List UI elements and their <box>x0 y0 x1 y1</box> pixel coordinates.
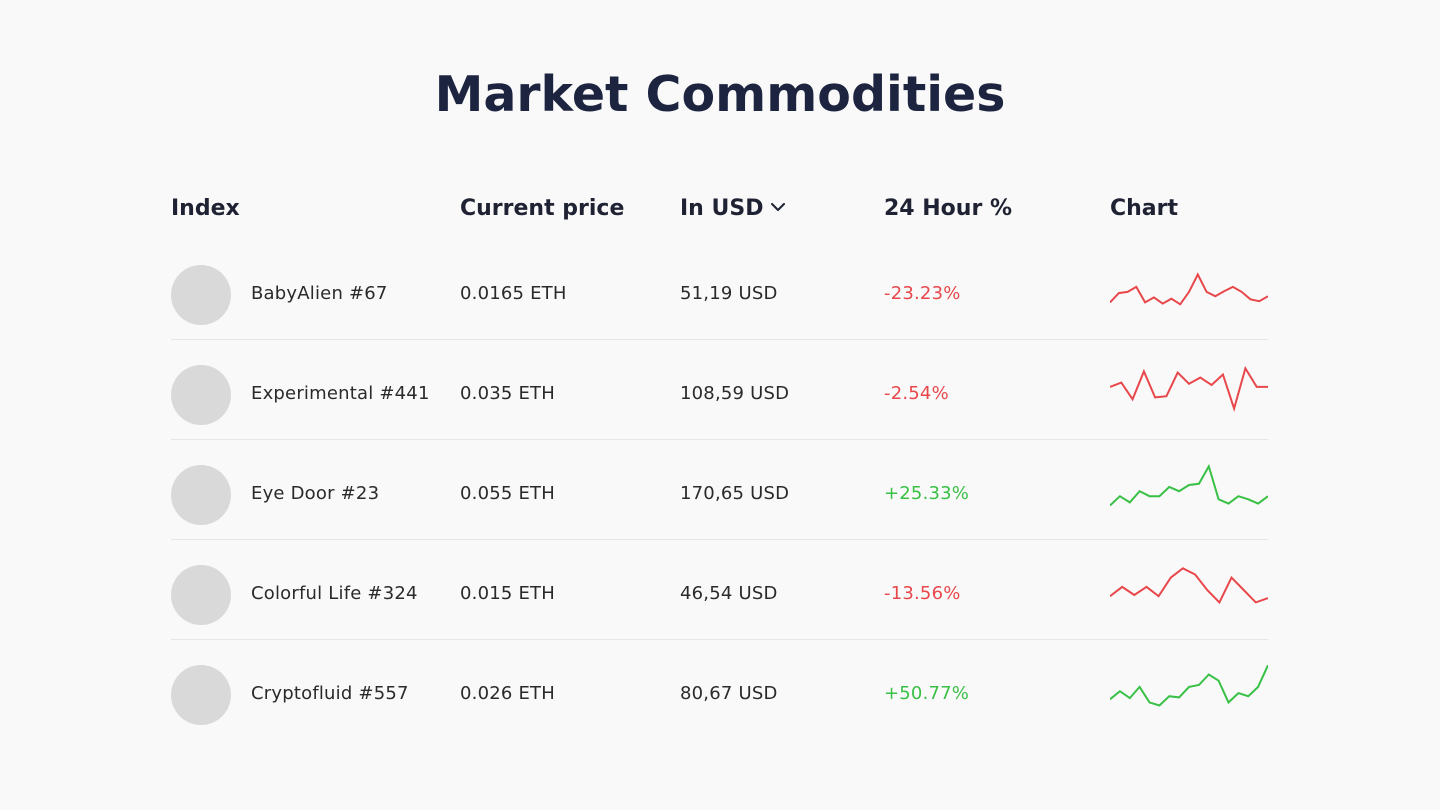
column-header-chart: Chart <box>1110 196 1179 221</box>
nft-avatar <box>171 365 231 425</box>
usd-value: 80,67 USD <box>680 683 778 704</box>
nft-avatar <box>171 465 231 525</box>
nft-avatar <box>171 265 231 325</box>
current-price: 0.055 ETH <box>460 483 555 504</box>
table-row[interactable]: Colorful Life #324 0.015 ETH 46,54 USD -13.… <box>171 540 1268 640</box>
change-24h: -13.56% <box>884 583 961 604</box>
item-name: BabyAlien #67 <box>251 283 388 304</box>
current-price: 0.026 ETH <box>460 683 555 704</box>
current-price: 0.035 ETH <box>460 383 555 404</box>
usd-value: 46,54 USD <box>680 583 778 604</box>
column-header-current-price: Current price <box>460 196 625 221</box>
nft-avatar <box>171 565 231 625</box>
change-24h: -23.23% <box>884 283 961 304</box>
commodities-table: Index Current price In USD 24 Hour % Cha… <box>171 180 1268 740</box>
market-commodities-page: Market Commodities Index Current price I… <box>0 0 1440 810</box>
chevron-down-icon <box>771 202 786 211</box>
sparkline-line <box>1110 365 1268 413</box>
currency-dropdown[interactable]: In USD <box>680 194 786 224</box>
table-row[interactable]: Cryptofluid #557 0.026 ETH 80,67 USD +50.77… <box>171 640 1268 740</box>
table-row[interactable]: Eye Door #23 0.055 ETH 170,65 USD +25.33% <box>171 440 1268 540</box>
table-body: BabyAlien #67 0.0165 ETH 51,19 USD -23.23% E… <box>171 240 1268 740</box>
table-header: Index Current price In USD 24 Hour % Cha… <box>171 180 1268 240</box>
usd-value: 51,19 USD <box>680 283 778 304</box>
table-row[interactable]: BabyAlien #67 0.0165 ETH 51,19 USD -23.23% <box>171 240 1268 340</box>
sparkline-chart[interactable] <box>1110 355 1268 425</box>
current-price: 0.015 ETH <box>460 583 555 604</box>
item-name: Experimental #441 <box>251 383 430 404</box>
change-24h: +25.33% <box>884 483 970 504</box>
sparkline-line <box>1110 664 1268 707</box>
sparkline-chart[interactable] <box>1110 655 1268 725</box>
change-24h: -2.54% <box>884 383 949 404</box>
column-header-24h-change: 24 Hour % <box>884 196 1013 221</box>
sparkline-line <box>1110 272 1268 306</box>
usd-value: 108,59 USD <box>680 383 790 404</box>
sparkline-line <box>1110 463 1268 507</box>
item-name: Cryptofluid #557 <box>251 683 409 704</box>
current-price: 0.0165 ETH <box>460 283 567 304</box>
table-row[interactable]: Experimental #441 0.035 ETH 108,59 USD -2.5… <box>171 340 1268 440</box>
change-24h: +50.77% <box>884 683 970 704</box>
sparkline-chart[interactable] <box>1110 455 1268 525</box>
page-title: Market Commodities <box>434 66 1006 123</box>
sparkline-chart[interactable] <box>1110 255 1268 325</box>
column-header-index: Index <box>171 196 240 221</box>
sparkline-chart[interactable] <box>1110 555 1268 625</box>
currency-dropdown-label: In USD <box>680 196 764 221</box>
item-name: Colorful Life #324 <box>251 583 418 604</box>
nft-avatar <box>171 665 231 725</box>
usd-value: 170,65 USD <box>680 483 790 504</box>
sparkline-line <box>1110 567 1268 605</box>
item-name: Eye Door #23 <box>251 483 380 504</box>
